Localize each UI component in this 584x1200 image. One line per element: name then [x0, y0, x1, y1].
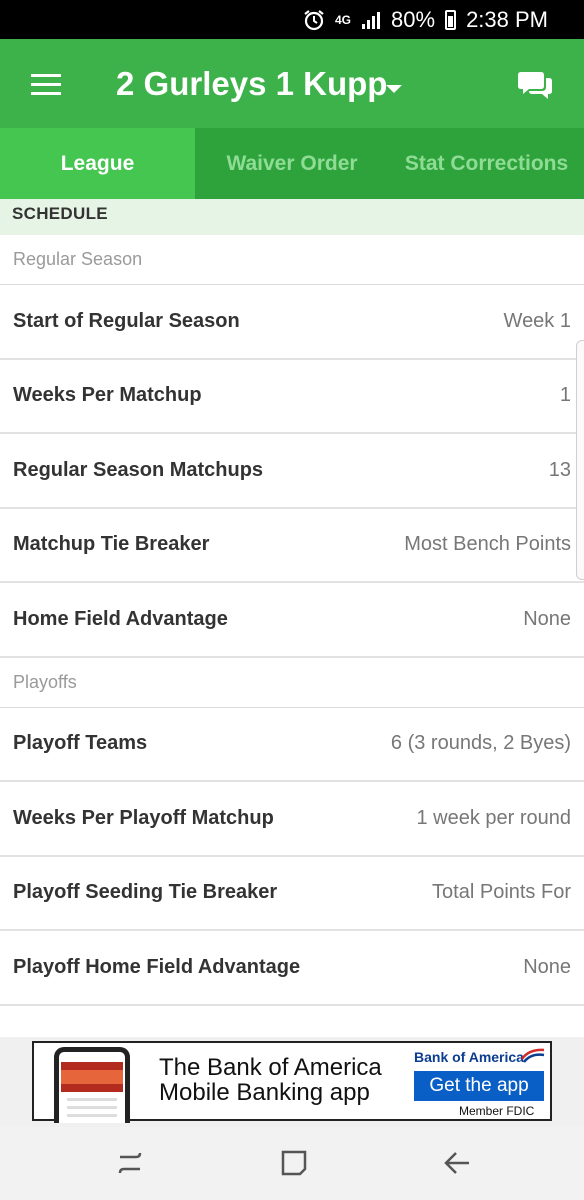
setting-value: Total Points For	[432, 881, 571, 904]
tab-stat-corrections[interactable]: Stat Corrections	[389, 128, 584, 199]
alarm-icon	[304, 10, 324, 31]
setting-value: Most Bench Points	[404, 533, 571, 556]
setting-label: Playoff Home Field Advantage	[13, 955, 301, 978]
tab-waiver-order[interactable]: Waiver Order	[195, 128, 389, 199]
app-screen: 4G 80% 2:38 PM 2 Gurleys 1 Kupp League W…	[0, 0, 584, 1200]
setting-row[interactable]: Regular Season Matchups 13	[0, 434, 584, 509]
get-app-button[interactable]: Get the app	[414, 1071, 544, 1101]
app-header: 2 Gurleys 1 Kupp	[0, 39, 584, 128]
setting-label: Matchup Tie Breaker	[13, 533, 210, 556]
phone-illustration-icon	[54, 1047, 130, 1123]
ad-headline: The Bank of America Mobile Banking app	[159, 1055, 382, 1105]
setting-value: 6 (3 rounds, 2 Byes)	[390, 732, 571, 755]
setting-row[interactable]: Playoff Teams 6 (3 rounds, 2 Byes)	[0, 708, 584, 782]
setting-value: Week 1	[503, 309, 571, 332]
setting-value: 13	[548, 458, 571, 481]
back-icon[interactable]	[442, 1147, 474, 1179]
setting-row[interactable]: Start of Regular Season Week 1	[0, 285, 584, 360]
ad-banner[interactable]: The Bank of America Mobile Banking app B…	[32, 1041, 552, 1123]
ad-line-1: The Bank of America	[159, 1054, 382, 1081]
setting-row[interactable]: Matchup Tie Breaker Most Bench Points	[0, 509, 584, 583]
group-label-regular-season: Regular Season	[0, 235, 584, 285]
hamburger-menu-icon[interactable]	[31, 74, 61, 96]
ad-brand: Bank of America	[414, 1049, 524, 1065]
setting-label: Home Field Advantage	[13, 607, 228, 630]
setting-label: Weeks Per Matchup	[13, 384, 202, 407]
setting-label: Start of Regular Season	[13, 309, 240, 332]
network-type: 4G	[335, 13, 352, 27]
battery-icon	[445, 10, 457, 30]
chat-bubbles-icon[interactable]	[517, 69, 553, 101]
setting-value: None	[523, 607, 571, 630]
league-name[interactable]: 2 Gurleys 1 Kupp	[116, 65, 387, 103]
ad-fdic: Member FDIC	[459, 1104, 535, 1118]
setting-row[interactable]: Playoff Seeding Tie Breaker Total Points…	[0, 857, 584, 931]
caret-down-icon[interactable]	[386, 85, 402, 93]
tab-league[interactable]: League	[0, 128, 195, 199]
setting-value: 1 week per round	[416, 806, 571, 829]
group-label-playoffs: Playoffs	[0, 658, 584, 708]
setting-label: Playoff Teams	[13, 732, 148, 755]
schedule-settings-list: Regular Season Start of Regular Season W…	[0, 235, 584, 1006]
bank-flag-logo-icon	[521, 1048, 545, 1063]
setting-label: Regular Season Matchups	[13, 458, 264, 481]
home-icon[interactable]	[278, 1147, 310, 1179]
section-title: SCHEDULE	[12, 204, 108, 223]
signal-icon	[362, 12, 381, 29]
ad-area: The Bank of America Mobile Banking app B…	[0, 1037, 584, 1127]
ad-line-2: Mobile Banking app	[159, 1079, 370, 1106]
setting-row[interactable]: Weeks Per Matchup 1	[0, 360, 584, 434]
setting-row[interactable]: Home Field Advantage None	[0, 583, 584, 658]
setting-value: None	[523, 955, 571, 978]
setting-value: 1	[559, 384, 571, 407]
tab-bar: League Waiver Order Stat Corrections	[0, 128, 584, 199]
setting-label: Playoff Seeding Tie Breaker	[13, 881, 278, 904]
setting-label: Weeks Per Playoff Matchup	[13, 806, 274, 829]
clock: 2:38 PM	[466, 7, 548, 32]
section-header-schedule: SCHEDULE	[0, 199, 584, 235]
battery-percent: 80%	[391, 7, 436, 32]
scroll-indicator[interactable]	[576, 340, 584, 580]
setting-row[interactable]: Playoff Home Field Advantage None	[0, 931, 584, 1006]
status-bar: 4G 80% 2:38 PM	[0, 0, 584, 39]
recent-apps-icon[interactable]	[114, 1147, 146, 1179]
system-nav-bar	[0, 1127, 584, 1200]
setting-row[interactable]: Weeks Per Playoff Matchup 1 week per rou…	[0, 782, 584, 857]
